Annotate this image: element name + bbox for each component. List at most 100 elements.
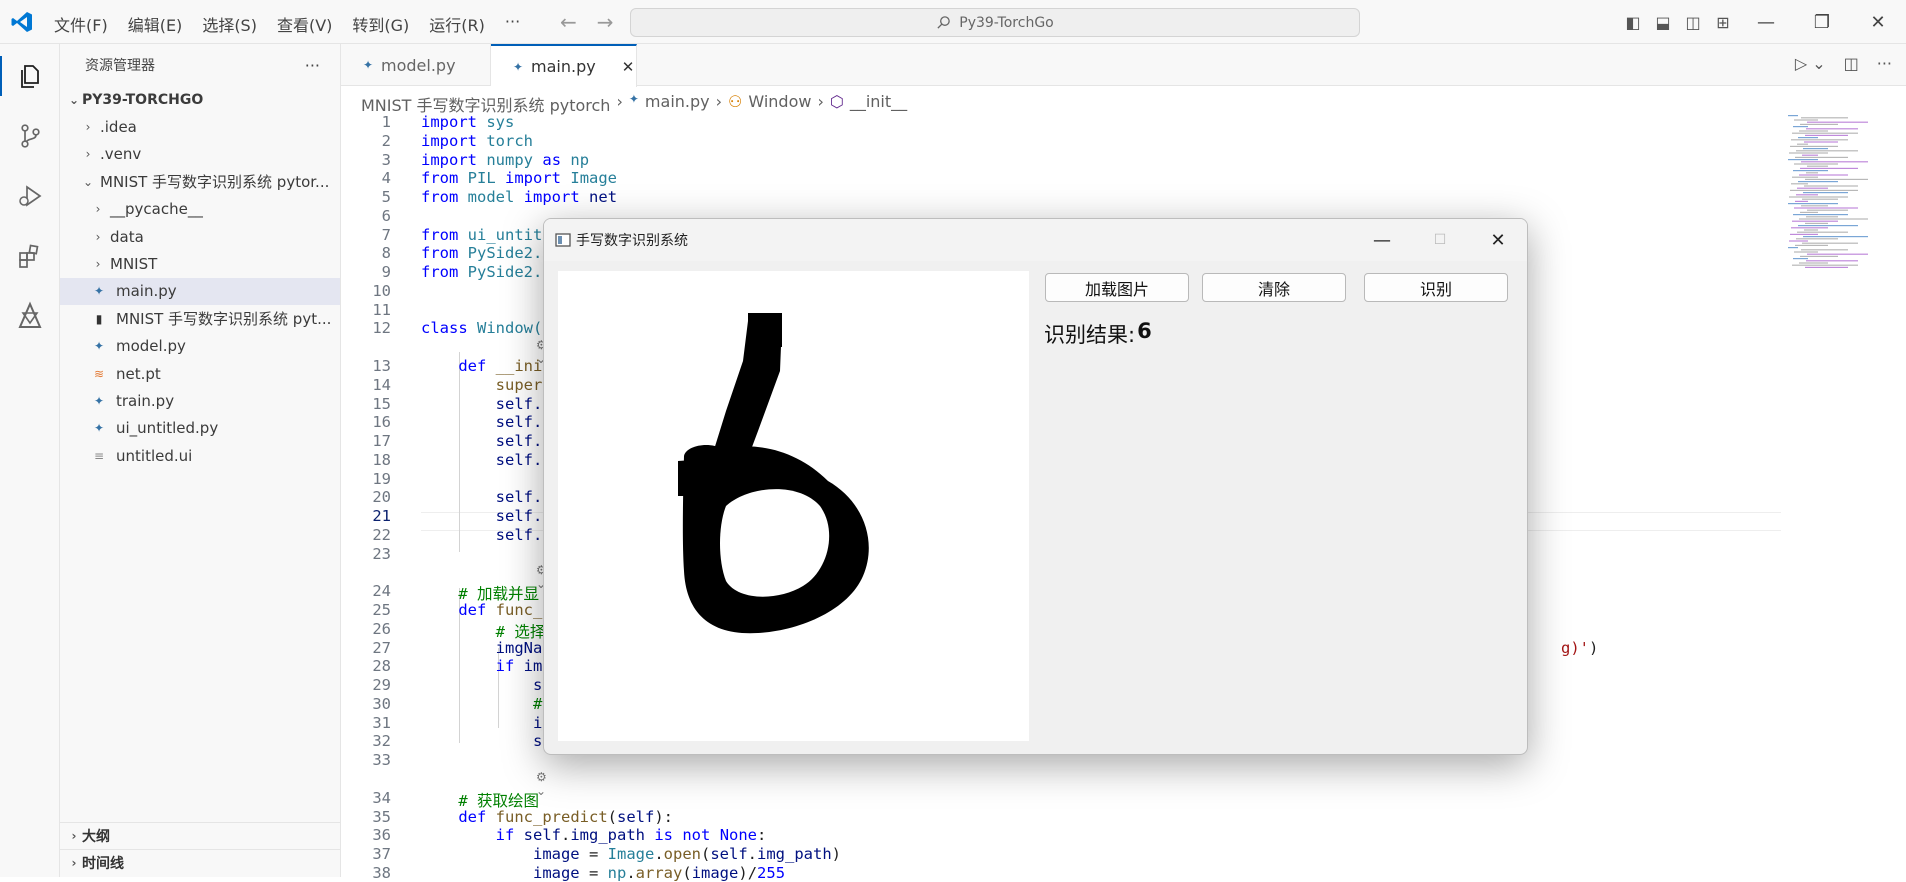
code-line: from ui_untit — [421, 225, 543, 244]
explorer-activity[interactable] — [0, 46, 60, 106]
code-line: self. — [495, 488, 543, 507]
code-line: s — [532, 732, 543, 751]
chevron-right-icon: › — [71, 829, 77, 843]
result-label: 识别结果: — [1044, 323, 1136, 347]
tree-item[interactable]: ≋ net.pt — [60, 360, 340, 387]
explorer-title: 资源管理器 — [85, 58, 155, 74]
minimap-line — [1804, 229, 1818, 231]
minimap-line — [1801, 249, 1848, 251]
tree-item-label: MNIST — [110, 255, 158, 274]
line-number: 4 — [381, 169, 391, 188]
minimap-line — [1791, 227, 1828, 229]
load-image-button[interactable]: 加载图片 — [1045, 273, 1189, 302]
tree-item[interactable]: ✦ ui_untitled.py — [60, 415, 340, 442]
explorer-sidebar: 资源管理器 ··· ⌄ PY39-TORCHGO › .idea › .venv ⌄ MN… — [60, 44, 341, 877]
code-line: from PySide2. — [421, 244, 543, 263]
app-maximize-icon[interactable]: ☐ — [1411, 219, 1469, 261]
chevron-right-icon: › — [95, 229, 101, 244]
explorer-header: 资源管理器 ··· — [60, 44, 340, 86]
line-number: 28 — [372, 657, 391, 676]
remote-activity[interactable] — [0, 286, 60, 346]
run-debug-activity[interactable] — [0, 166, 60, 226]
minimap-line — [1789, 152, 1828, 154]
back-arrow-icon[interactable]: ← — [560, 10, 577, 34]
activity-bar — [0, 44, 60, 877]
minimap[interactable] — [1782, 113, 1906, 877]
nav-arrows: ← → — [560, 10, 614, 34]
timeline-label: 时间线 — [82, 856, 124, 872]
tree-item-label: ui_untitled.py — [116, 419, 219, 438]
line-number: 17 — [372, 432, 391, 450]
minimap-line — [1804, 141, 1838, 143]
tree-item-label: MNIST 手写数字识别系统 pytor... — [100, 173, 330, 192]
command-center-search[interactable]: Py39-TorchGo — [630, 8, 1360, 37]
chevron-right-icon: › — [71, 856, 77, 870]
toggle-secondary-sidebar-icon[interactable]: ◫ — [1678, 13, 1708, 32]
extensions-icon — [19, 244, 39, 268]
app-close-icon[interactable]: ✕ — [1469, 219, 1527, 261]
close-window-icon[interactable]: ✕ — [1850, 12, 1906, 33]
tree-item[interactable]: › .idea — [60, 113, 340, 140]
minimap-line — [1799, 218, 1868, 220]
toggle-primary-sidebar-icon[interactable]: ◧ — [1618, 13, 1648, 32]
extensions-activity[interactable] — [0, 226, 60, 286]
handwritten-digit-drawing — [678, 313, 869, 634]
drawing-canvas[interactable] — [558, 271, 1029, 741]
menu-selection[interactable]: 选择(S) — [202, 12, 257, 36]
code-line: s — [532, 676, 543, 694]
line-number: 29 — [372, 676, 391, 694]
menu-run[interactable]: 运行(R) — [429, 12, 485, 36]
chevron-down-icon: ⌄ — [68, 92, 80, 107]
toggle-panel-icon[interactable]: ⬓ — [1648, 13, 1678, 32]
close-tab-icon[interactable]: ✕ — [622, 58, 635, 76]
app-minimize-icon[interactable]: — — [1353, 219, 1411, 261]
tree-item[interactable]: ✦ model.py — [60, 333, 340, 360]
code-line: imgNa — [495, 638, 543, 657]
menu-edit[interactable]: 编辑(E) — [128, 12, 183, 36]
line-number: 38 — [372, 863, 391, 882]
customize-layout-icon[interactable]: ⊞ — [1708, 13, 1738, 32]
minimize-window-icon[interactable]: — — [1738, 12, 1794, 33]
minimap-line — [1805, 222, 1828, 224]
minimap-line — [1796, 150, 1858, 152]
tree-item[interactable]: › .venv — [60, 141, 340, 168]
clear-button[interactable]: 清除 — [1202, 273, 1346, 302]
python-file-icon: ✦ — [93, 339, 105, 354]
tree-item[interactable]: ✦ main.py — [60, 277, 340, 306]
restore-window-icon[interactable]: ❐ — [1794, 12, 1850, 33]
menu-file[interactable]: 文件(F) — [54, 12, 108, 36]
tab-model-py[interactable]: ✦ model.py — [341, 44, 491, 86]
code-line: if self.img_path is not None: — [495, 826, 767, 845]
tab-main-py[interactable]: ✦ main.py ✕ — [491, 44, 637, 87]
source-control-activity[interactable] — [0, 106, 60, 166]
tree-item[interactable]: › __pycache__ — [60, 196, 340, 223]
minimap-line — [1798, 137, 1818, 139]
more-actions-icon[interactable]: ··· — [305, 56, 320, 75]
menu-go[interactable]: 转到(G) — [352, 12, 409, 36]
tree-item[interactable]: ✦ train.py — [60, 387, 340, 414]
forward-arrow-icon[interactable]: → — [597, 10, 614, 34]
code-line: i — [532, 713, 543, 732]
tree-item[interactable]: ▮ MNIST 手写数字识别系统 pyt... — [60, 305, 340, 332]
minimap-line — [1805, 266, 1848, 268]
split-editor-icon[interactable]: ◫ — [1844, 54, 1859, 73]
outline-section[interactable]: › 大纲 — [60, 822, 341, 849]
line-number: 20 — [372, 488, 391, 507]
minimap-line — [1793, 126, 1808, 128]
recognize-button[interactable]: 识别 — [1364, 273, 1508, 302]
minimap-line — [1805, 178, 1868, 180]
more-actions-icon[interactable]: ··· — [1877, 54, 1892, 73]
tree-item[interactable]: › data — [60, 223, 340, 250]
project-root[interactable]: ⌄ PY39-TORCHGO — [60, 86, 340, 113]
tree-item[interactable]: › MNIST — [60, 250, 340, 277]
run-file-icon[interactable]: ▷ ⌄ — [1795, 54, 1826, 73]
text-file-icon: ≡ — [93, 448, 105, 463]
menu-more[interactable]: ··· — [505, 12, 520, 36]
menu-view[interactable]: 查看(V) — [277, 12, 332, 36]
tree-item[interactable]: ≡ untitled.ui — [60, 442, 340, 469]
menu-bar: 文件(F) 编辑(E) 选择(S) 查看(V) 转到(G) 运行(R) ··· — [54, 12, 520, 36]
minimap-line — [1792, 264, 1858, 266]
timeline-section[interactable]: › 时间线 — [60, 849, 341, 876]
minimap-line — [1791, 139, 1848, 141]
tree-item[interactable]: ⌄ MNIST 手写数字识别系统 pytor... — [60, 168, 340, 195]
